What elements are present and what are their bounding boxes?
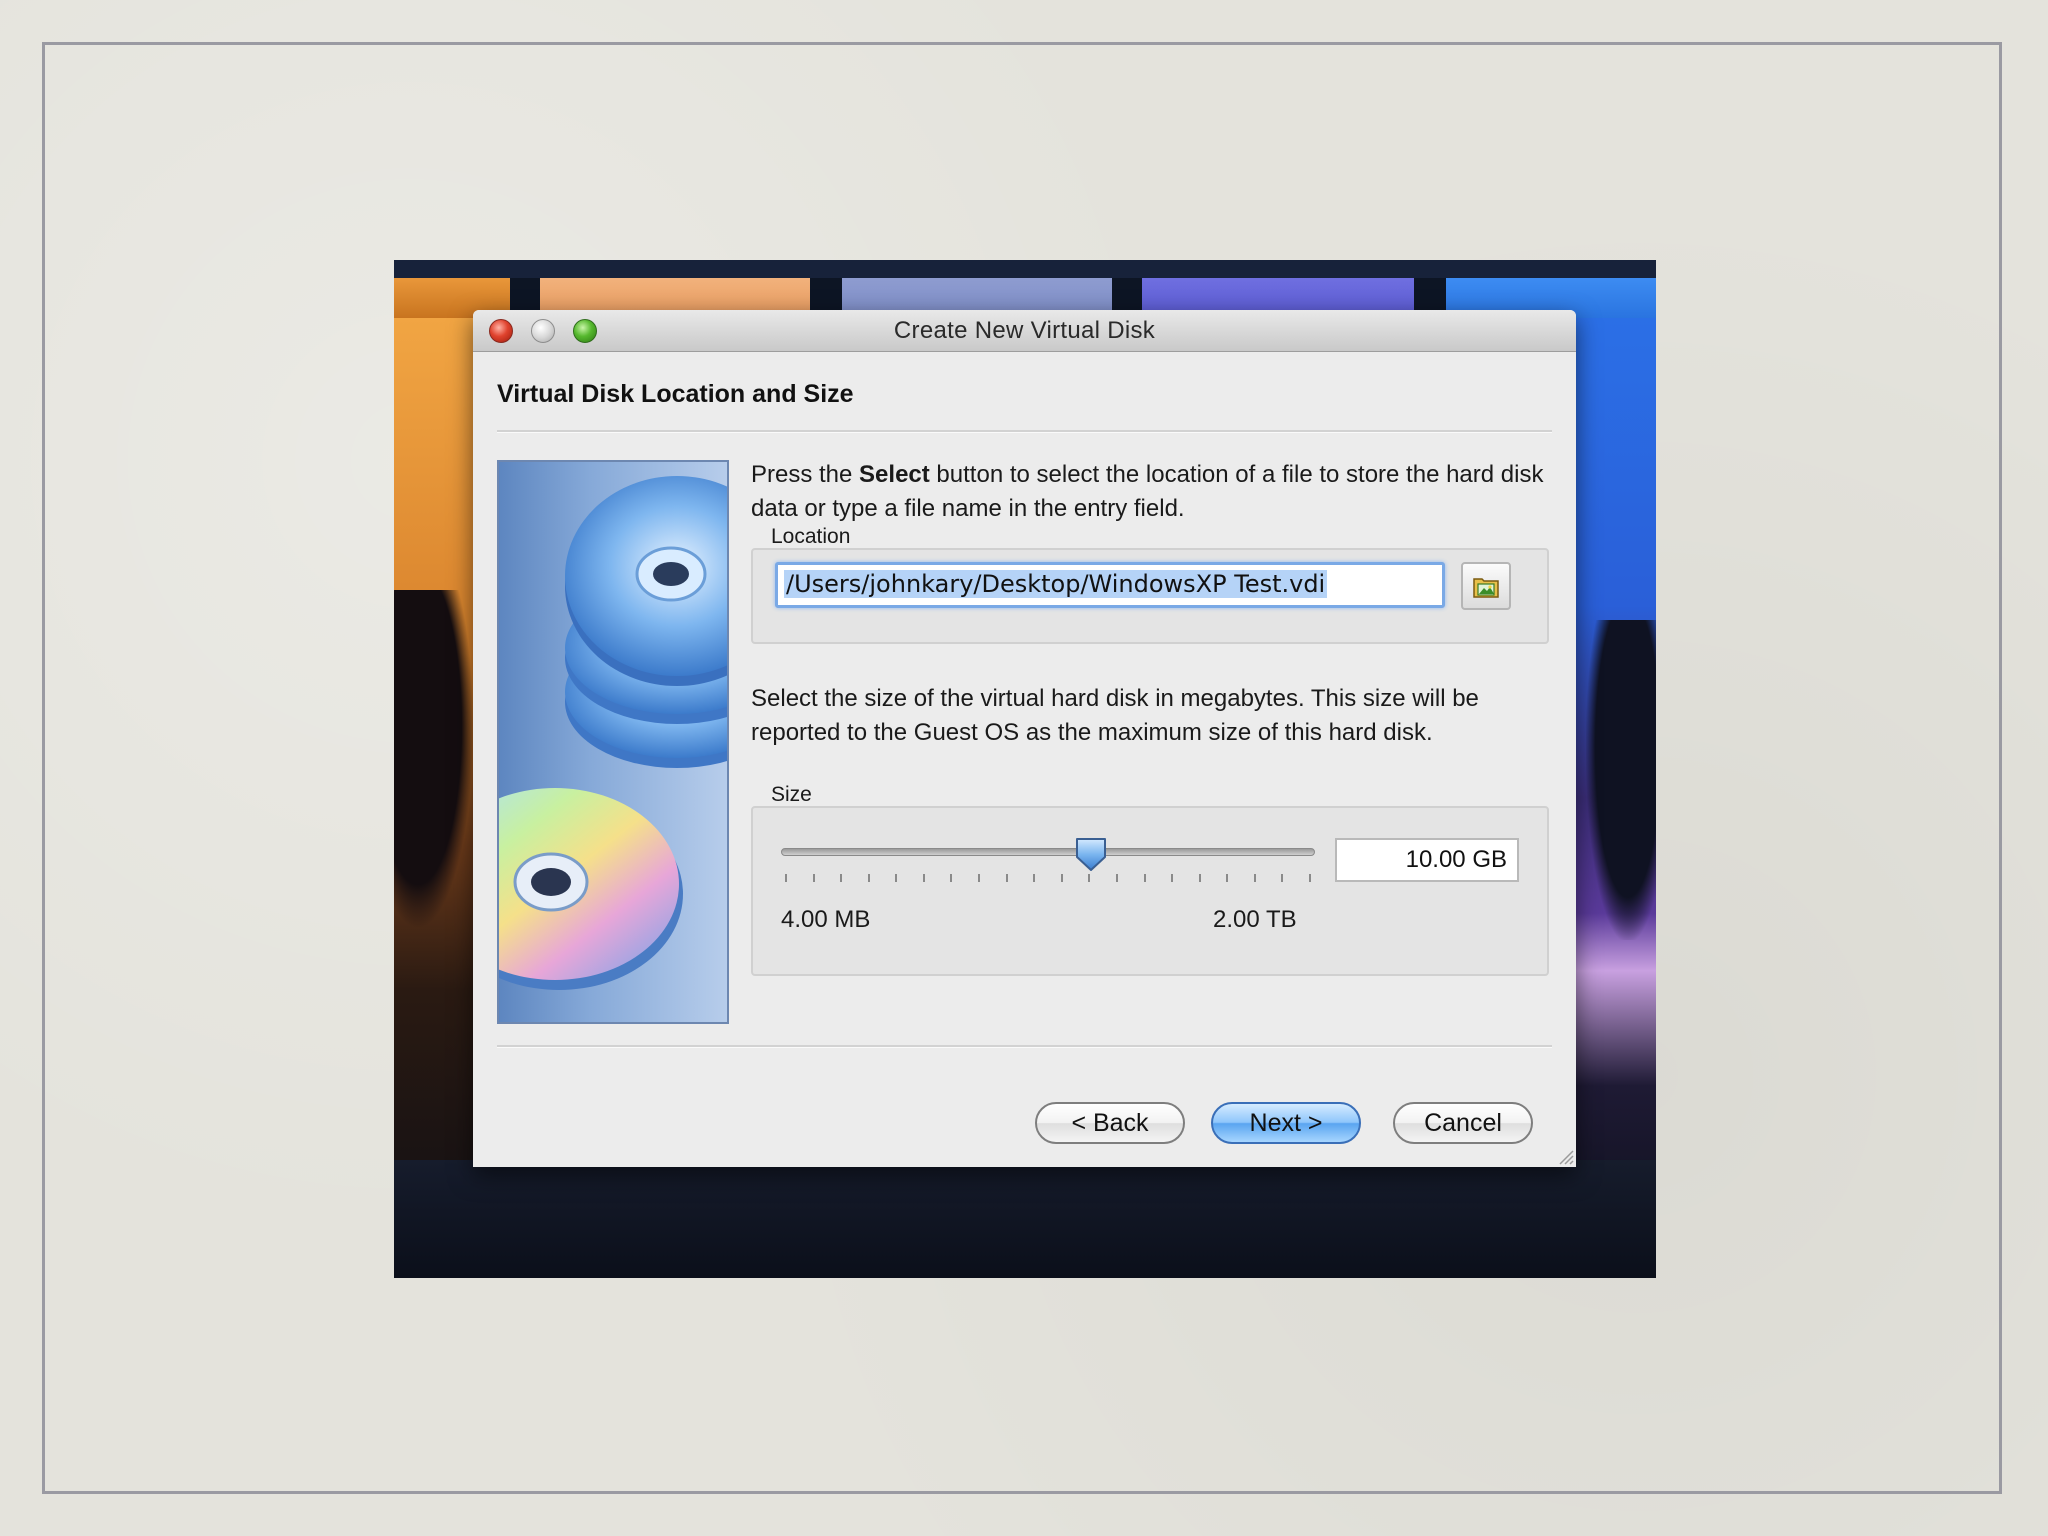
slider-tick [813,874,815,882]
location-groupbox: /Users/johnkary/Desktop/WindowsXP Test.v… [751,548,1549,644]
slider-tick [1006,874,1008,882]
size-max-label: 2.00 TB [1213,906,1297,933]
size-slider-ticks [785,874,1311,884]
size-group-label: Size [771,783,812,806]
wallpaper-tree [394,590,474,930]
slider-tick [1199,874,1201,882]
back-button[interactable]: < Back [1035,1102,1185,1144]
slider-tick [1116,874,1118,882]
window-title: Create New Virtual Disk [893,317,1156,344]
location-path-text: /Users/johnkary/Desktop/WindowsXP Test.v… [784,570,1328,598]
location-group-label: Location [771,525,851,548]
size-slider-thumb[interactable] [1074,836,1108,872]
cancel-button[interactable]: Cancel [1393,1102,1533,1144]
screenshot: Create New Virtual Disk Virtual Disk Loc… [394,260,1656,1278]
select-location-button[interactable] [1461,562,1511,610]
slider-thumb-icon [1076,838,1106,871]
size-value-input[interactable]: 10.00 GB [1335,838,1519,882]
slider-tick [950,874,952,882]
header-divider [497,430,1552,433]
slider-tick [1226,874,1228,882]
desktop-wallpaper-bottom [394,1160,1656,1278]
slider-tick [1309,874,1311,882]
slider-tick [895,874,897,882]
wallpaper-tree [1586,620,1656,940]
size-groupbox: 4.00 MB 2.00 TB 10.00 GB [751,806,1549,976]
folder-image-icon [1473,578,1499,598]
disk-artwork-panel [497,460,729,1024]
slider-tick [1171,874,1173,882]
size-instructions: Select the size of the virtual hard disk… [751,685,1479,746]
slider-tick [1033,874,1035,882]
slider-tick [1061,874,1063,882]
instruction-text: Press the [751,461,860,488]
location-path-input[interactable]: /Users/johnkary/Desktop/WindowsXP Test.v… [775,562,1445,608]
create-virtual-disk-dialog: Create New Virtual Disk Virtual Disk Loc… [473,310,1576,1167]
next-button[interactable]: Next > [1211,1102,1361,1144]
stacked-disks-icon [499,476,727,990]
size-min-label: 4.00 MB [781,906,871,933]
slider-tick [1088,874,1090,882]
slider-tick [868,874,870,882]
slider-tick [840,874,842,882]
title-bar[interactable]: Create New Virtual Disk [473,310,1576,352]
page-title: Virtual Disk Location and Size [497,380,854,408]
instruction-bold-text: Select [859,461,930,488]
slider-tick [785,874,787,882]
resize-grip-icon[interactable] [1554,1145,1574,1165]
slider-tick [1281,874,1283,882]
size-slider-track[interactable] [781,848,1315,856]
desktop-top-band [394,260,1656,278]
slider-tick [1254,874,1256,882]
slider-tick [923,874,925,882]
slider-tick [1144,874,1146,882]
footer-divider [497,1045,1552,1048]
location-instructions: Press the Select button to select the lo… [751,458,1551,526]
slider-tick [978,874,980,882]
